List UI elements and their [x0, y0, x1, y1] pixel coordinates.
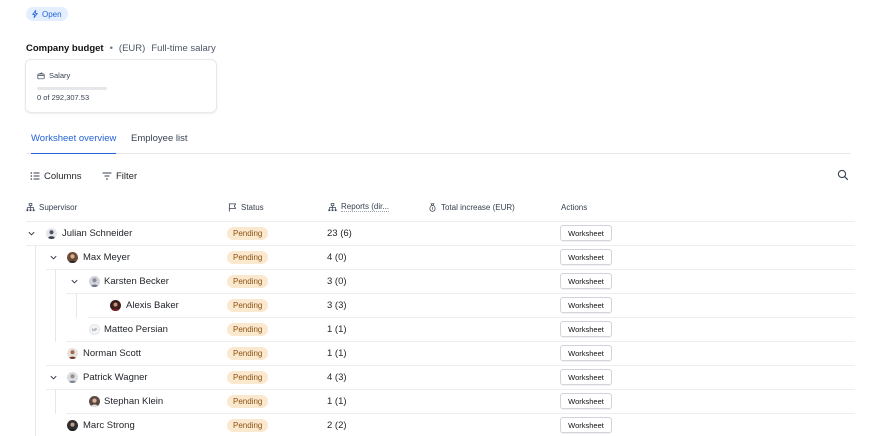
table-row[interactable]: Max Meyer Pending 4 (0) Worksheet	[0, 246, 890, 270]
tab-employee-list[interactable]: Employee list	[131, 125, 188, 154]
svg-text:MP: MP	[92, 328, 98, 332]
status-badge: Pending	[227, 419, 269, 432]
reports-count: 1 (1)	[327, 324, 347, 335]
worksheet-button[interactable]: Worksheet	[560, 321, 612, 337]
column-header-actions: Actions	[561, 201, 587, 213]
table-row[interactable]: Norman Scott Pending 1 (1) Worksheet	[0, 342, 890, 366]
chevron-down-icon[interactable]	[27, 229, 36, 238]
hierarchy-icon	[26, 202, 35, 211]
supervisor-name[interactable]: Stephan Klein	[104, 396, 163, 407]
salary-card[interactable]: Salary 0 of 292,307.53	[26, 60, 216, 112]
columns-icon	[30, 172, 40, 180]
column-header-reports-label: Reports (dir...	[341, 202, 390, 212]
avatar: MP	[89, 324, 100, 335]
worksheet-button[interactable]: Worksheet	[560, 345, 612, 361]
table-row[interactable]: MP Matteo Persian Pending 1 (1) Workshee…	[0, 318, 890, 342]
supervisor-name[interactable]: Marc Strong	[83, 420, 135, 431]
worksheet-button[interactable]: Worksheet	[560, 417, 612, 433]
tab-worksheet-overview[interactable]: Worksheet overview	[31, 125, 117, 154]
budget-header: Company budget • (EUR) Full-time salary	[26, 43, 216, 54]
reports-count: 4 (0)	[327, 252, 347, 263]
avatar	[89, 396, 100, 407]
reports-count: 4 (3)	[327, 372, 347, 383]
column-header-total-increase[interactable]: Total increase (EUR)	[428, 201, 515, 213]
budget-type: Full-time salary	[151, 43, 216, 54]
columns-button[interactable]: Columns	[30, 170, 82, 182]
budget-separator: •	[109, 43, 113, 54]
status-badge: Pending	[227, 299, 269, 312]
worksheet-button[interactable]: Worksheet	[560, 369, 612, 385]
supervisor-name[interactable]: Matteo Persian	[104, 324, 168, 335]
supervisor-name[interactable]: Norman Scott	[83, 348, 141, 359]
supervisor-name[interactable]: Max Meyer	[83, 252, 130, 263]
status-badge: Pending	[227, 347, 269, 360]
columns-label: Columns	[44, 170, 82, 182]
status-badge: Open	[26, 7, 68, 21]
avatar	[67, 420, 78, 431]
chevron-down-icon[interactable]	[49, 373, 58, 382]
worksheet-button[interactable]: Worksheet	[560, 297, 612, 313]
reports-count: 1 (1)	[327, 396, 347, 407]
search-icon[interactable]	[837, 169, 849, 181]
table-row[interactable]: Stephan Klein Pending 1 (1) Worksheet	[0, 390, 890, 414]
status-badge: Pending	[227, 371, 269, 384]
status-badge: Pending	[227, 395, 269, 408]
status-badge: Pending	[227, 251, 269, 264]
worksheet-button[interactable]: Worksheet	[560, 249, 612, 265]
tab-bar: Worksheet overview Employee list	[26, 125, 850, 154]
status-badge-label: Open	[42, 9, 62, 19]
table-row[interactable]: Patrick Wagner Pending 4 (3) Worksheet	[0, 366, 890, 390]
reports-count: 3 (0)	[327, 276, 347, 287]
column-header-reports[interactable]: Reports (dir...	[328, 201, 390, 213]
budget-title: Company budget	[26, 43, 104, 54]
worksheet-button[interactable]: Worksheet	[560, 393, 612, 409]
hierarchy-icon	[328, 202, 337, 211]
wallet-icon	[37, 71, 45, 79]
avatar	[110, 300, 121, 311]
worksheet-button[interactable]: Worksheet	[560, 273, 612, 289]
salary-progress-bar	[37, 87, 107, 90]
column-header-status[interactable]: Status	[228, 201, 264, 213]
status-badge: Pending	[227, 323, 269, 336]
avatar	[89, 276, 100, 287]
table-row[interactable]: Alexis Baker Pending 3 (3) Worksheet	[0, 294, 890, 318]
supervisor-name[interactable]: Patrick Wagner	[83, 372, 148, 383]
column-header-total-increase-label: Total increase (EUR)	[441, 202, 515, 212]
filter-label: Filter	[116, 170, 138, 182]
chevron-down-icon[interactable]	[70, 277, 79, 286]
column-header-supervisor[interactable]: Supervisor	[26, 201, 77, 213]
money-bag-icon	[429, 202, 436, 212]
filter-icon	[102, 172, 112, 180]
worksheet-button[interactable]: Worksheet	[560, 225, 612, 241]
lightning-icon	[32, 10, 38, 18]
budget-currency: (EUR)	[118, 43, 146, 54]
supervisor-name[interactable]: Alexis Baker	[126, 300, 179, 311]
avatar	[67, 348, 78, 359]
status-badge: Pending	[227, 275, 269, 288]
chevron-down-icon[interactable]	[49, 253, 58, 262]
reports-count: 1 (1)	[327, 348, 347, 359]
flag-icon	[228, 202, 237, 212]
avatar	[46, 228, 57, 239]
salary-label-row: Salary	[37, 71, 70, 80]
salary-label: Salary	[49, 71, 71, 80]
supervisor-name[interactable]: Julian Schneider	[62, 228, 132, 239]
supervisor-name[interactable]: Karsten Becker	[104, 276, 169, 287]
avatar	[67, 372, 78, 383]
table-row[interactable]: Marc Strong Pending 2 (2) Worksheet	[0, 414, 890, 436]
salary-amount: 0 of 292,307.53	[37, 93, 90, 102]
table-row[interactable]: Julian Schneider Pending 23 (6) Workshee…	[0, 222, 890, 246]
status-badge: Pending	[227, 227, 269, 240]
avatar	[67, 252, 78, 263]
reports-count: 2 (2)	[327, 420, 347, 431]
table-row[interactable]: Karsten Becker Pending 3 (0) Worksheet	[0, 270, 890, 294]
reports-count: 23 (6)	[327, 228, 352, 239]
column-header-status-label: Status	[241, 202, 264, 212]
column-header-actions-label: Actions	[561, 202, 588, 212]
filter-button[interactable]: Filter	[102, 170, 137, 182]
reports-count: 3 (3)	[327, 300, 347, 311]
column-header-supervisor-label: Supervisor	[39, 202, 78, 212]
